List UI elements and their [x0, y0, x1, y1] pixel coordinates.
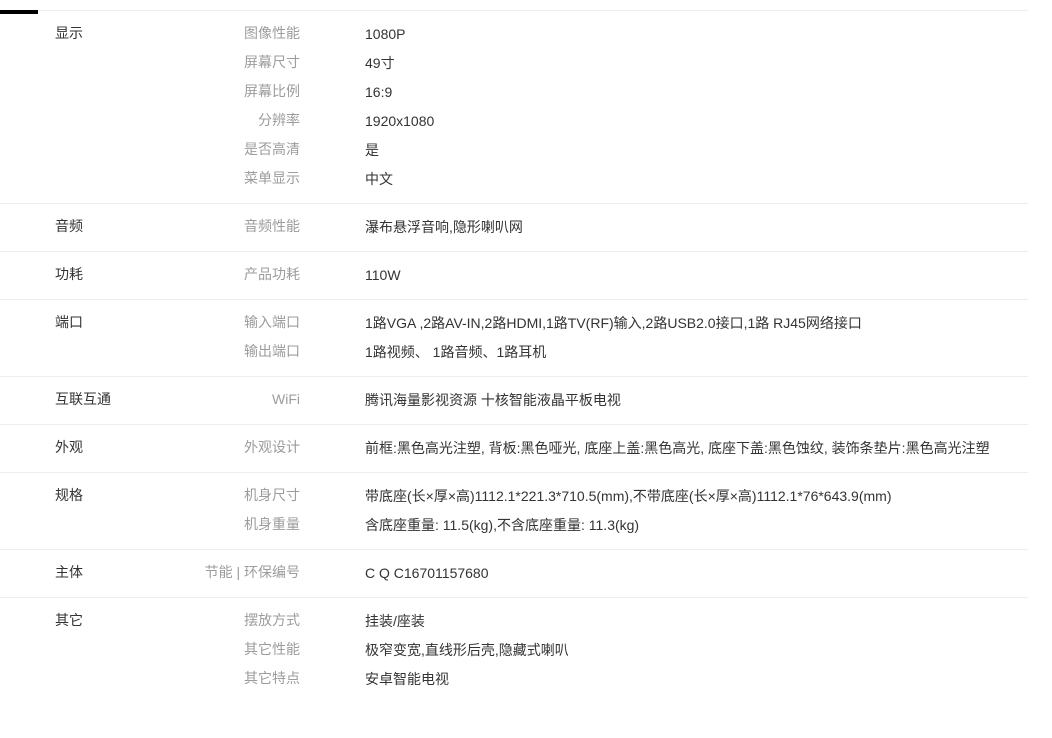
- attribute-value: 带底座(长×厚×高)1112.1*221.3*710.5(mm),不带底座(长×…: [365, 481, 892, 510]
- attribute-label: 菜单显示: [140, 164, 300, 193]
- category-label: 功耗: [0, 260, 140, 289]
- category-label: 互联互通: [0, 385, 140, 414]
- category-label: 外观: [0, 433, 140, 462]
- attribute-label: 节能 | 环保编号: [140, 558, 300, 587]
- spec-rows: 音频性能 瀑布悬浮音响,隐形喇叭网: [140, 212, 1028, 241]
- spec-row: 其它性能 极窄变宽,直线形后壳,隐藏式喇叭: [140, 635, 1028, 664]
- category-label: 显示: [0, 19, 140, 193]
- spec-rows: 外观设计 前框:黑色高光注塑, 背板:黑色哑光, 底座上盖:黑色高光, 底座下盖…: [140, 433, 1028, 462]
- spec-row: 机身重量 含底座重量: 11.5(kg),不含底座重量: 11.3(kg): [140, 510, 1028, 539]
- attribute-label: 产品功耗: [140, 260, 300, 289]
- spec-rows: 产品功耗 110W: [140, 260, 1028, 289]
- attribute-value: 49寸: [365, 48, 395, 77]
- spec-section: 主体 节能 | 环保编号 C Q C16701157680: [0, 549, 1028, 597]
- spec-section: 互联互通 WiFi 腾讯海量影视资源 十核智能液晶平板电视: [0, 376, 1028, 424]
- category-label: 规格: [0, 481, 140, 539]
- spec-rows: 摆放方式 挂装/座装 其它性能 极窄变宽,直线形后壳,隐藏式喇叭 其它特点 安卓…: [140, 606, 1028, 693]
- category-label: 主体: [0, 558, 140, 587]
- attribute-label: 机身尺寸: [140, 481, 300, 510]
- spec-rows: 图像性能 1080P 屏幕尺寸 49寸 屏幕比例 16:9 分辨率 1920x1…: [140, 19, 1028, 193]
- spec-row: 输入端口 1路VGA ,2路AV-IN,2路HDMI,1路TV(RF)输入,2路…: [140, 308, 1028, 337]
- attribute-label: 是否高清: [140, 135, 300, 164]
- spec-section: 功耗 产品功耗 110W: [0, 251, 1028, 299]
- attribute-value: 挂装/座装: [365, 606, 425, 635]
- attribute-label: 其它特点: [140, 664, 300, 693]
- attribute-value: 前框:黑色高光注塑, 背板:黑色哑光, 底座上盖:黑色高光, 底座下盖:黑色蚀纹…: [365, 433, 990, 462]
- attribute-value: 1路VGA ,2路AV-IN,2路HDMI,1路TV(RF)输入,2路USB2.…: [365, 308, 862, 337]
- spec-section: 显示 图像性能 1080P 屏幕尺寸 49寸 屏幕比例 16:9 分辨率 192…: [0, 10, 1028, 203]
- spec-row: 菜单显示 中文: [140, 164, 1028, 193]
- attribute-value: 腾讯海量影视资源 十核智能液晶平板电视: [365, 385, 621, 414]
- spec-section: 端口 输入端口 1路VGA ,2路AV-IN,2路HDMI,1路TV(RF)输入…: [0, 299, 1028, 376]
- spec-section: 其它 摆放方式 挂装/座装 其它性能 极窄变宽,直线形后壳,隐藏式喇叭 其它特点…: [0, 597, 1028, 703]
- spec-row: 分辨率 1920x1080: [140, 106, 1028, 135]
- attribute-label: 图像性能: [140, 19, 300, 48]
- category-label: 其它: [0, 606, 140, 693]
- attribute-value: 1920x1080: [365, 106, 434, 135]
- attribute-label: 机身重量: [140, 510, 300, 539]
- spec-row: 屏幕比例 16:9: [140, 77, 1028, 106]
- spec-row: 音频性能 瀑布悬浮音响,隐形喇叭网: [140, 212, 1028, 241]
- attribute-label: 屏幕尺寸: [140, 48, 300, 77]
- spec-row: 输出端口 1路视频、 1路音频、1路耳机: [140, 337, 1028, 366]
- spec-row: WiFi 腾讯海量影视资源 十核智能液晶平板电视: [140, 385, 1028, 414]
- category-label: 音频: [0, 212, 140, 241]
- spec-section: 外观 外观设计 前框:黑色高光注塑, 背板:黑色哑光, 底座上盖:黑色高光, 底…: [0, 424, 1028, 472]
- attribute-value: 含底座重量: 11.5(kg),不含底座重量: 11.3(kg): [365, 510, 639, 539]
- attribute-label: 音频性能: [140, 212, 300, 241]
- attribute-label: 输出端口: [140, 337, 300, 366]
- spec-section: 规格 机身尺寸 带底座(长×厚×高)1112.1*221.3*710.5(mm)…: [0, 472, 1028, 549]
- spec-row: 产品功耗 110W: [140, 260, 1028, 289]
- attribute-value: 16:9: [365, 77, 392, 106]
- spec-row: 摆放方式 挂装/座装: [140, 606, 1028, 635]
- attribute-value: 瀑布悬浮音响,隐形喇叭网: [365, 212, 523, 241]
- attribute-value: 是: [365, 135, 379, 164]
- spec-row: 屏幕尺寸 49寸: [140, 48, 1028, 77]
- category-label: 端口: [0, 308, 140, 366]
- spec-rows: 输入端口 1路VGA ,2路AV-IN,2路HDMI,1路TV(RF)输入,2路…: [140, 308, 1028, 366]
- spec-rows: 机身尺寸 带底座(长×厚×高)1112.1*221.3*710.5(mm),不带…: [140, 481, 1028, 539]
- attribute-value: 1080P: [365, 19, 405, 48]
- spec-section: 音频 音频性能 瀑布悬浮音响,隐形喇叭网: [0, 203, 1028, 251]
- spec-row: 其它特点 安卓智能电视: [140, 664, 1028, 693]
- spec-row: 图像性能 1080P: [140, 19, 1028, 48]
- attribute-label: 屏幕比例: [140, 77, 300, 106]
- attribute-label: 分辨率: [140, 106, 300, 135]
- attribute-value: 110W: [365, 260, 401, 289]
- spec-rows: WiFi 腾讯海量影视资源 十核智能液晶平板电视: [140, 385, 1028, 414]
- attribute-value: 安卓智能电视: [365, 664, 449, 693]
- attribute-value: 1路视频、 1路音频、1路耳机: [365, 337, 546, 366]
- attribute-label: 外观设计: [140, 433, 300, 462]
- attribute-value: 极窄变宽,直线形后壳,隐藏式喇叭: [365, 635, 569, 664]
- attribute-label: 其它性能: [140, 635, 300, 664]
- spec-row: 机身尺寸 带底座(长×厚×高)1112.1*221.3*710.5(mm),不带…: [140, 481, 1028, 510]
- spec-row: 外观设计 前框:黑色高光注塑, 背板:黑色哑光, 底座上盖:黑色高光, 底座下盖…: [140, 433, 1028, 462]
- attribute-value: C Q C16701157680: [365, 558, 489, 587]
- attribute-value: 中文: [365, 164, 393, 193]
- corner-artifact-bar: [0, 10, 38, 14]
- attribute-label: 输入端口: [140, 308, 300, 337]
- spec-rows: 节能 | 环保编号 C Q C16701157680: [140, 558, 1028, 587]
- spec-row: 节能 | 环保编号 C Q C16701157680: [140, 558, 1028, 587]
- product-spec-table: 显示 图像性能 1080P 屏幕尺寸 49寸 屏幕比例 16:9 分辨率 192…: [0, 10, 1028, 703]
- spec-row: 是否高清 是: [140, 135, 1028, 164]
- attribute-label: WiFi: [140, 385, 300, 414]
- attribute-label: 摆放方式: [140, 606, 300, 635]
